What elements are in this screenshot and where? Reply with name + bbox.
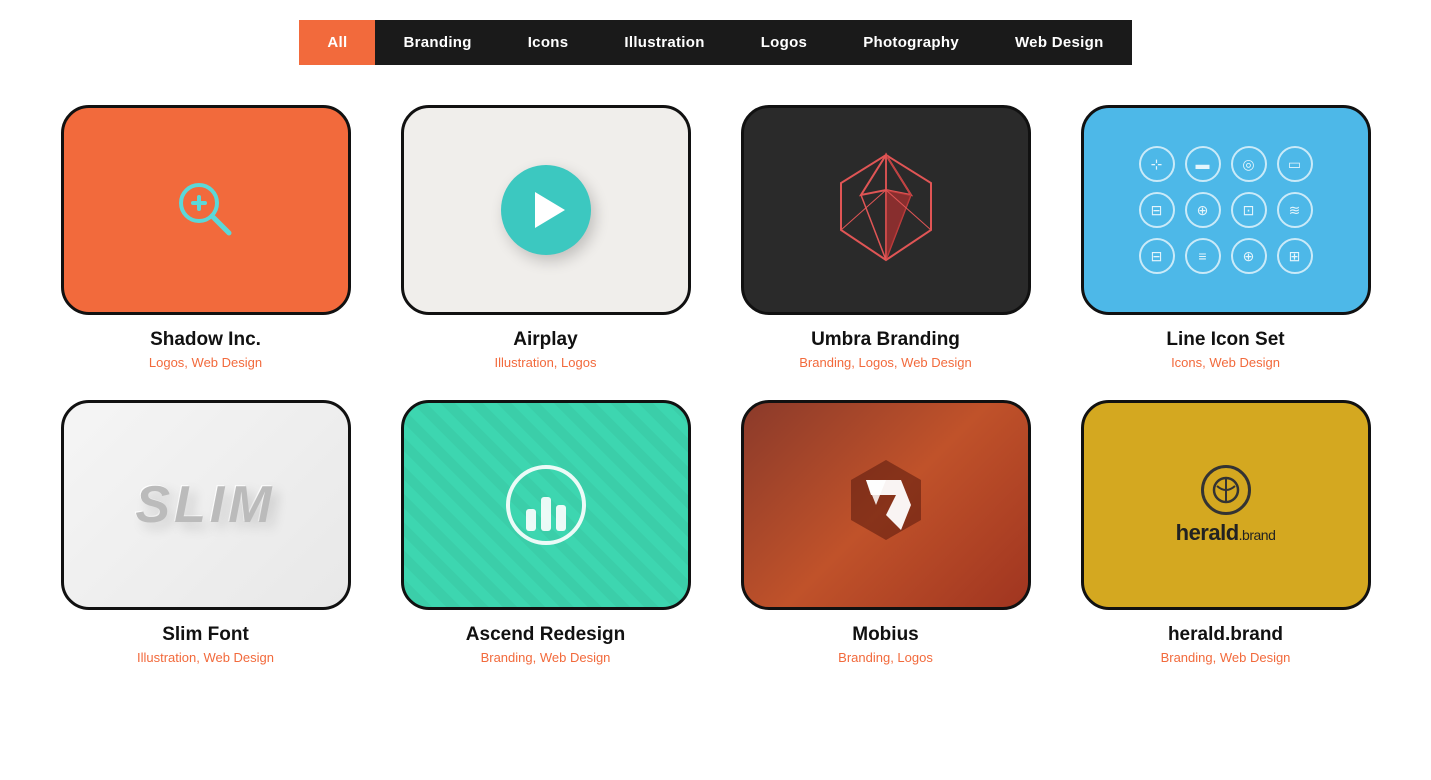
- portfolio-item-ascend: Ascend Redesign Branding, Web Design: [396, 400, 696, 665]
- portfolio-thumb-mobius[interactable]: [741, 400, 1031, 610]
- portfolio-title-mobius: Mobius: [852, 624, 919, 646]
- portfolio-title-ascend: Ascend Redesign: [466, 624, 625, 646]
- portfolio-thumb-slim-font[interactable]: SLIM: [61, 400, 351, 610]
- icon-globe: ◎: [1231, 146, 1267, 182]
- icon-tv: ▬: [1185, 146, 1221, 182]
- icon-network: ⊕: [1231, 238, 1267, 274]
- herald-shield-icon: [1212, 476, 1240, 504]
- portfolio-item-shadow-inc: Shadow Inc. Logos, Web Design: [56, 105, 356, 370]
- portfolio-tags-airplay: Illustration, Logos: [495, 355, 597, 370]
- portfolio-thumb-airplay[interactable]: [401, 105, 691, 315]
- herald-emblem-icon: [1201, 465, 1251, 515]
- icon-monitor: ⊡: [1231, 192, 1267, 228]
- icon-tablet: ▭: [1277, 146, 1313, 182]
- filter-btn-illustration[interactable]: Illustration: [596, 20, 732, 65]
- slim-font-display: SLIM: [135, 475, 275, 535]
- portfolio-tags-line-icon-set: Icons, Web Design: [1171, 355, 1280, 370]
- icon-keyboard: ≡: [1185, 238, 1221, 274]
- mobius-logo-icon: [836, 455, 936, 555]
- portfolio-title-slim-font: Slim Font: [162, 624, 249, 646]
- portfolio-thumb-ascend[interactable]: [401, 400, 691, 610]
- portfolio-item-slim-font: SLIM Slim Font Illustration, Web Design: [56, 400, 356, 665]
- icons-grid: ⊹ ▬ ◎ ▭ ⊟ ⊕ ⊡ ≋ ⊟ ≡ ⊕ ⊞: [1139, 146, 1313, 274]
- geometric-diamond-icon: [821, 145, 951, 275]
- play-triangle-icon: [535, 192, 565, 228]
- portfolio-tags-umbra: Branding, Logos, Web Design: [799, 355, 971, 370]
- filter-navigation: All Branding Icons Illustration Logos Ph…: [20, 20, 1411, 65]
- portfolio-thumb-umbra[interactable]: [741, 105, 1031, 315]
- portfolio-item-line-icon-set: ⊹ ▬ ◎ ▭ ⊟ ⊕ ⊡ ≋ ⊟ ≡ ⊕ ⊞ Line Icon Set Ic…: [1076, 105, 1376, 370]
- bar-2: [541, 497, 551, 531]
- filter-btn-web-design[interactable]: Web Design: [987, 20, 1132, 65]
- portfolio-tags-shadow-inc: Logos, Web Design: [149, 355, 262, 370]
- filter-btn-logos[interactable]: Logos: [733, 20, 836, 65]
- icon-printer: ⊟: [1139, 192, 1175, 228]
- icon-battery: ⊟: [1139, 238, 1175, 274]
- portfolio-tags-herald-brand: Branding, Web Design: [1161, 650, 1291, 665]
- icon-lock: ⊕: [1185, 192, 1221, 228]
- filter-btn-branding[interactable]: Branding: [375, 20, 499, 65]
- portfolio-title-shadow-inc: Shadow Inc.: [150, 329, 261, 351]
- portfolio-thumb-line-icon-set[interactable]: ⊹ ▬ ◎ ▭ ⊟ ⊕ ⊡ ≋ ⊟ ≡ ⊕ ⊞: [1081, 105, 1371, 315]
- filter-btn-all[interactable]: All: [299, 20, 375, 65]
- portfolio-item-herald-brand: herald.brand herald.brand Branding, Web …: [1076, 400, 1376, 665]
- herald-wordmark-suffix: .brand: [1239, 527, 1276, 543]
- icon-wifi: ≋: [1277, 192, 1313, 228]
- portfolio-title-umbra: Umbra Branding: [811, 329, 960, 351]
- portfolio-title-line-icon-set: Line Icon Set: [1166, 329, 1284, 351]
- portfolio-tags-slim-font: Illustration, Web Design: [137, 650, 274, 665]
- portfolio-item-airplay: Airplay Illustration, Logos: [396, 105, 696, 370]
- portfolio-thumb-herald-brand[interactable]: herald.brand: [1081, 400, 1371, 610]
- filter-btn-photography[interactable]: Photography: [835, 20, 987, 65]
- portfolio-thumb-shadow-inc[interactable]: [61, 105, 351, 315]
- icon-gamepad: ⊞: [1277, 238, 1313, 274]
- ascend-circle-icon: [506, 465, 586, 545]
- portfolio-item-umbra: Umbra Branding Branding, Logos, Web Desi…: [736, 105, 1036, 370]
- herald-wordmark-text: herald.brand: [1176, 520, 1276, 546]
- filter-btn-icons[interactable]: Icons: [500, 20, 597, 65]
- icon-cursor: ⊹: [1139, 146, 1175, 182]
- portfolio-tags-ascend: Branding, Web Design: [481, 650, 611, 665]
- portfolio-title-herald-brand: herald.brand: [1168, 624, 1283, 646]
- bar-3: [556, 505, 566, 531]
- portfolio-tags-mobius: Branding, Logos: [838, 650, 933, 665]
- play-circle-icon: [501, 165, 591, 255]
- portfolio-title-airplay: Airplay: [513, 329, 577, 351]
- portfolio-item-mobius: Mobius Branding, Logos: [736, 400, 1036, 665]
- search-plus-icon: [171, 175, 241, 245]
- portfolio-grid: Shadow Inc. Logos, Web Design Airplay Il…: [26, 105, 1406, 665]
- bar-1: [526, 509, 536, 531]
